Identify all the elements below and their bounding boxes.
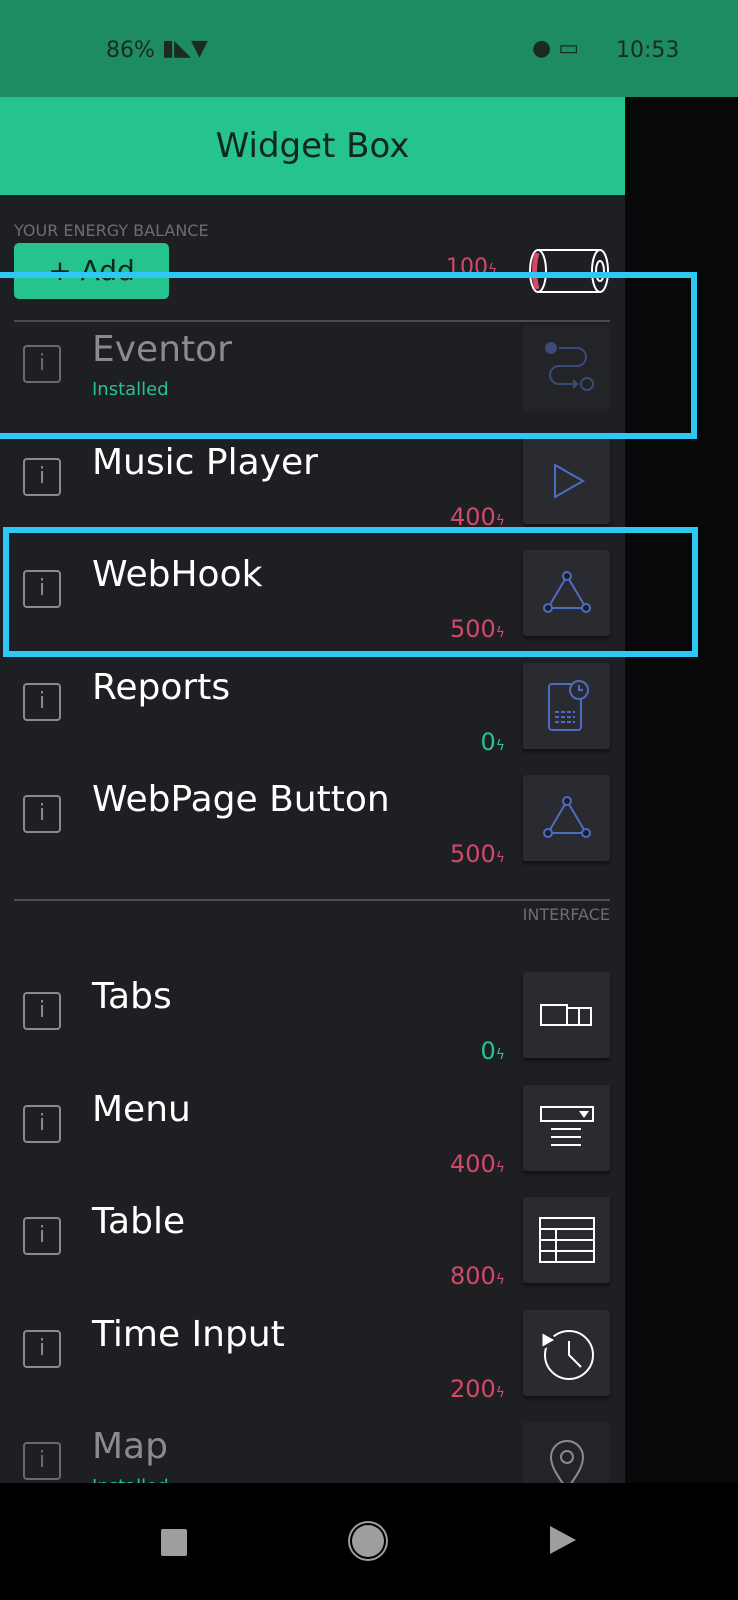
map-pin-icon[interactable] xyxy=(523,1422,610,1483)
price-value: 400 xyxy=(449,1149,496,1178)
section-interface-label: INTERFACE xyxy=(522,905,610,924)
widget-name: Table xyxy=(92,1201,186,1243)
widget-name: Time Input xyxy=(92,1313,285,1355)
highlight-box xyxy=(0,272,697,439)
divider xyxy=(14,899,610,901)
bolt-icon: ϟ xyxy=(495,737,505,754)
widget-name: Tabs xyxy=(92,976,172,1017)
price-value: 200 xyxy=(449,1374,496,1403)
play-icon[interactable] xyxy=(523,437,610,524)
info-icon[interactable]: i xyxy=(23,1442,61,1481)
info-icon[interactable]: i xyxy=(23,992,61,1030)
call-laptop-icons: ● ▭ xyxy=(532,36,579,61)
widget-row-table[interactable]: i Table 800ϟ xyxy=(0,1197,625,1310)
info-icon[interactable]: i xyxy=(23,457,61,496)
widget-name: Reports xyxy=(92,666,231,708)
bolt-icon: ϟ xyxy=(495,1047,505,1063)
widget-row-time-input[interactable]: i Time Input 200ϟ xyxy=(0,1309,625,1423)
info-icon[interactable]: i xyxy=(23,1329,61,1368)
info-icon[interactable]: i xyxy=(23,1217,61,1256)
widget-price: 400ϟ xyxy=(450,1150,505,1178)
widget-name: WebPage Button xyxy=(92,779,390,821)
widget-row-webpage-button[interactable]: i WebPage Button 500ϟ xyxy=(0,775,625,888)
installed-status: Installed xyxy=(92,1476,169,1483)
widget-row-map[interactable]: i Map Installed xyxy=(0,1422,625,1483)
home-button[interactable] xyxy=(352,1525,384,1557)
status-bar: 86% ▮◣▼ ● ▭ 10:53 xyxy=(0,0,738,97)
report-icon[interactable] xyxy=(523,662,610,749)
menu-icon[interactable] xyxy=(523,1084,610,1171)
info-icon[interactable]: i xyxy=(23,795,61,834)
bolt-icon: ϟ xyxy=(495,850,505,867)
table-icon[interactable] xyxy=(523,1197,610,1284)
widget-row-reports[interactable]: i Reports 0ϟ xyxy=(0,662,625,776)
widget-price: 800ϟ xyxy=(450,1262,505,1290)
price-value: 800 xyxy=(449,1262,496,1291)
widget-price: 0ϟ xyxy=(480,1037,505,1065)
energy-label: YOUR ENERGY BALANCE xyxy=(14,221,209,240)
back-button[interactable] xyxy=(550,1526,576,1554)
info-icon[interactable]: i xyxy=(23,1104,61,1143)
widget-row-menu[interactable]: i Menu 400ϟ xyxy=(0,1084,625,1198)
time-input-icon[interactable] xyxy=(523,1309,610,1396)
battery-percent: 86% xyxy=(106,38,155,63)
price-value: 500 xyxy=(449,840,496,869)
info-icon[interactable]: i xyxy=(23,682,61,721)
bolt-icon: ϟ xyxy=(495,1272,505,1289)
widget-row-tabs[interactable]: i Tabs 0ϟ xyxy=(0,972,625,1085)
signal-wifi-icons: ▮◣▼ xyxy=(162,36,208,61)
widget-name: Menu xyxy=(92,1088,191,1130)
widget-price: 500ϟ xyxy=(450,840,505,868)
highlight-box xyxy=(3,527,698,657)
webhook-icon[interactable] xyxy=(523,775,610,862)
price-value: 0 xyxy=(480,727,496,756)
nav-bar xyxy=(0,1483,738,1600)
widget-name: Music Player xyxy=(92,441,318,483)
tabs-icon[interactable] xyxy=(523,972,610,1058)
price-value: 0 xyxy=(480,1037,496,1065)
bolt-icon: ϟ xyxy=(495,1159,505,1176)
bolt-icon: ϟ xyxy=(495,1384,505,1401)
page-title: Widget Box xyxy=(0,97,625,195)
clock: 10:53 xyxy=(616,38,680,63)
widget-price: 200ϟ xyxy=(450,1375,505,1403)
recents-button[interactable] xyxy=(161,1529,187,1556)
widget-name: Map xyxy=(92,1426,168,1468)
widget-price: 0ϟ xyxy=(480,728,505,756)
